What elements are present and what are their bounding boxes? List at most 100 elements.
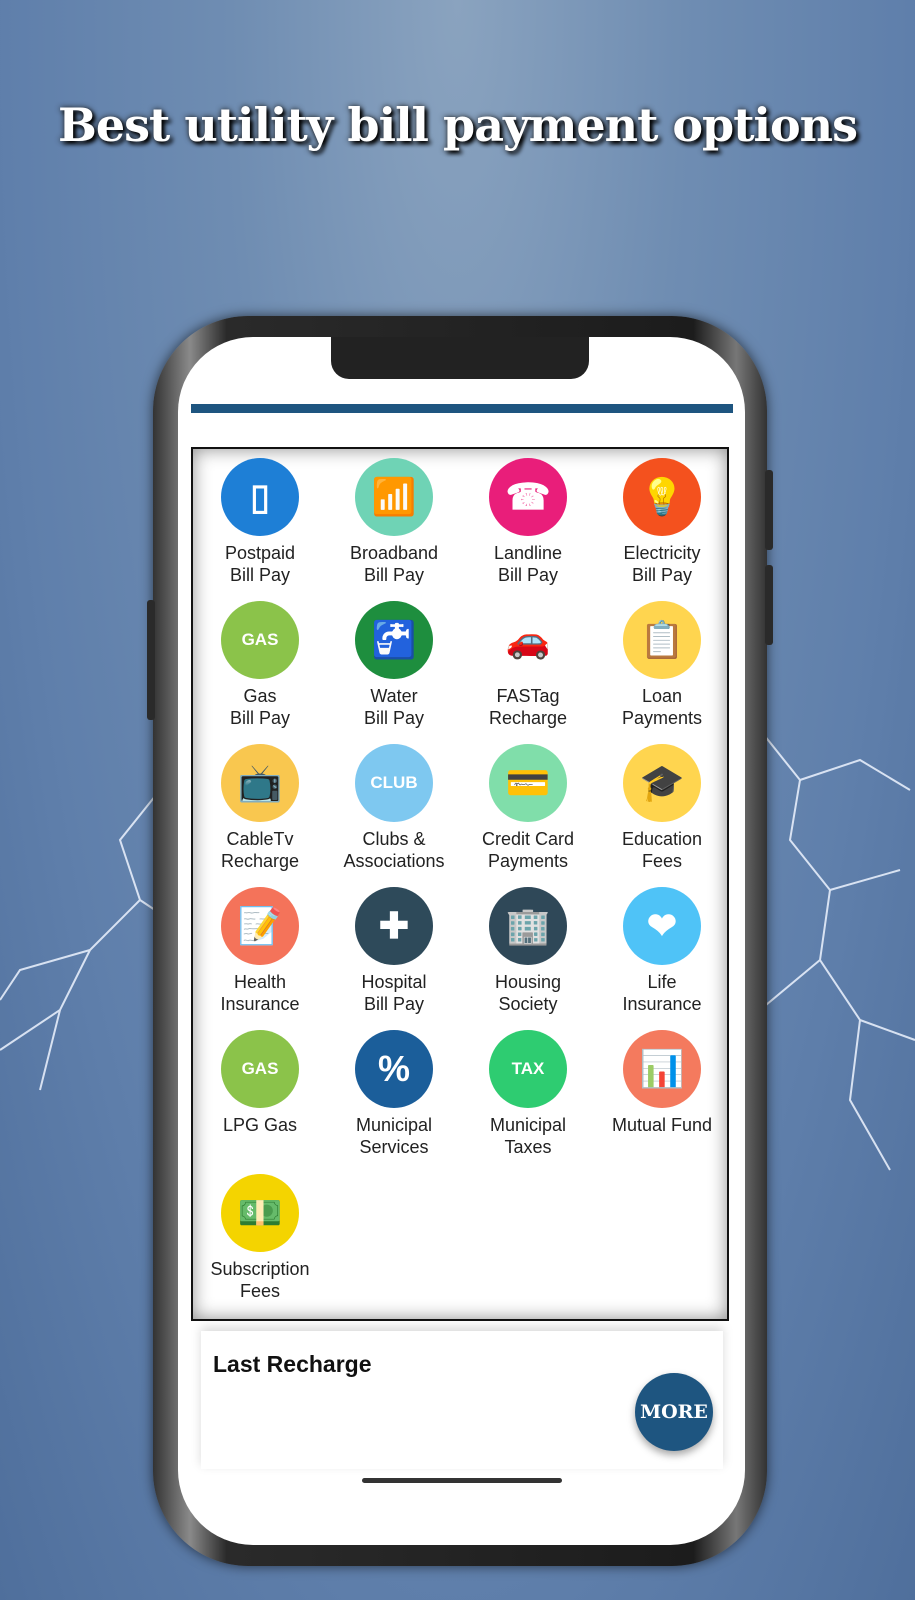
service-label: Broadband Bill Pay bbox=[326, 542, 462, 586]
service-label: Municipal Services bbox=[326, 1114, 462, 1158]
headline: Best utility bill payment options bbox=[58, 98, 858, 152]
club-icon: CLUB bbox=[355, 744, 433, 822]
credit-card-icon: 💳 bbox=[489, 744, 567, 822]
service-label: Landline Bill Pay bbox=[460, 542, 596, 586]
municipal-services-icon: % bbox=[355, 1030, 433, 1108]
service-label-line2: Bill Pay bbox=[631, 565, 693, 585]
service-label-line1: Life bbox=[647, 972, 677, 992]
service-label: Gas Bill Pay bbox=[192, 685, 328, 729]
service-label-line2: Fees bbox=[239, 1281, 281, 1301]
phone-volume-button bbox=[765, 565, 773, 645]
tax-icon: TAX bbox=[489, 1030, 567, 1108]
service-label: Clubs & Associations bbox=[326, 828, 462, 872]
notch bbox=[331, 337, 589, 379]
service-label-line1: Education bbox=[621, 829, 703, 849]
service-label-line2: Bill Pay bbox=[363, 708, 425, 728]
service-label-line1: Loan bbox=[641, 686, 683, 706]
service-label-line1: Clubs & bbox=[362, 829, 426, 849]
phone-volume-button bbox=[765, 470, 773, 550]
phone-screen: ▯ Postpaid Bill Pay 📶 Broadband Bill Pay ☎ L… bbox=[178, 337, 745, 1545]
service-label-line1: Hospital bbox=[361, 972, 427, 992]
more-button[interactable]: MORE bbox=[635, 1373, 713, 1451]
home-indicator[interactable] bbox=[362, 1478, 562, 1483]
service-label-line1: Water bbox=[370, 686, 418, 706]
service-label-line2: Fees bbox=[641, 851, 683, 871]
service-label: Municipal Taxes bbox=[460, 1114, 596, 1158]
graduation-cap-icon: 🎓 bbox=[623, 744, 701, 822]
service-item[interactable]: 💵 Subscription Fees bbox=[192, 1174, 328, 1302]
app-header-bar bbox=[191, 404, 733, 413]
service-label-line2: Bill Pay bbox=[497, 565, 559, 585]
service-item[interactable]: 🚰 Water Bill Pay bbox=[326, 601, 462, 729]
service-label-line2: Associations bbox=[343, 851, 445, 871]
toll-gate-icon: 🚗 bbox=[489, 601, 567, 679]
service-item[interactable]: ❤ Life Insurance bbox=[594, 887, 730, 1015]
router-icon: 📶 bbox=[355, 458, 433, 536]
service-item[interactable]: 📝 Health Insurance bbox=[192, 887, 328, 1015]
service-label-line1: Municipal bbox=[355, 1115, 433, 1135]
service-label-line2: Recharge bbox=[220, 851, 300, 871]
service-label-line1: Municipal bbox=[489, 1115, 567, 1135]
service-item[interactable]: ☎ Landline Bill Pay bbox=[460, 458, 596, 586]
service-label-line1: Housing bbox=[494, 972, 562, 992]
service-item[interactable]: 💳 Credit Card Payments bbox=[460, 744, 596, 872]
gas-cylinder-icon: GAS bbox=[221, 601, 299, 679]
service-label-line1: Subscription bbox=[210, 1259, 310, 1279]
service-label: Subscription Fees bbox=[192, 1258, 328, 1302]
service-label: FASTag Recharge bbox=[460, 685, 596, 729]
heart-hands-icon: ❤ bbox=[623, 887, 701, 965]
service-label: CableTv Recharge bbox=[192, 828, 328, 872]
service-item[interactable]: 🏢 Housing Society bbox=[460, 887, 596, 1015]
service-label-line1: CableTv bbox=[226, 829, 294, 849]
loan-document-icon: 📋 bbox=[623, 601, 701, 679]
service-label: Life Insurance bbox=[594, 971, 730, 1015]
service-label-line1: LPG Gas bbox=[222, 1115, 298, 1135]
building-icon: 🏢 bbox=[489, 887, 567, 965]
service-item[interactable]: 📊 Mutual Fund bbox=[594, 1030, 730, 1136]
service-label: Water Bill Pay bbox=[326, 685, 462, 729]
service-label-line2: Taxes bbox=[504, 1137, 552, 1157]
service-label: Credit Card Payments bbox=[460, 828, 596, 872]
phone-side-button bbox=[147, 600, 155, 720]
water-tap-icon: 🚰 bbox=[355, 601, 433, 679]
cash-icon: 💵 bbox=[221, 1174, 299, 1252]
service-label-line2: Bill Pay bbox=[229, 708, 291, 728]
service-item[interactable]: 📺 CableTv Recharge bbox=[192, 744, 328, 872]
service-label-line2: Bill Pay bbox=[363, 565, 425, 585]
service-item[interactable]: % Municipal Services bbox=[326, 1030, 462, 1158]
service-label-line2: Services bbox=[359, 1137, 429, 1157]
growth-chart-icon: 📊 bbox=[623, 1030, 701, 1108]
service-label: LPG Gas bbox=[192, 1114, 328, 1136]
service-label-line2: Insurance bbox=[220, 994, 300, 1014]
gas-cylinder-icon: GAS bbox=[221, 1030, 299, 1108]
service-item[interactable]: 🎓 Education Fees bbox=[594, 744, 730, 872]
service-item[interactable]: 📋 Loan Payments bbox=[594, 601, 730, 729]
service-label: Housing Society bbox=[460, 971, 596, 1015]
service-label-line2: Bill Pay bbox=[363, 994, 425, 1014]
service-label-line1: Landline bbox=[493, 543, 563, 563]
telephone-icon: ☎ bbox=[489, 458, 567, 536]
service-item[interactable]: ✚ Hospital Bill Pay bbox=[326, 887, 462, 1015]
service-item[interactable]: GAS LPG Gas bbox=[192, 1030, 328, 1136]
service-label-line1: Gas bbox=[243, 686, 277, 706]
service-item[interactable]: ▯ Postpaid Bill Pay bbox=[192, 458, 328, 586]
service-item[interactable]: CLUB Clubs & Associations bbox=[326, 744, 462, 872]
service-label-line1: Credit Card bbox=[481, 829, 575, 849]
service-label: Hospital Bill Pay bbox=[326, 971, 462, 1015]
service-item[interactable]: GAS Gas Bill Pay bbox=[192, 601, 328, 729]
service-label-line1: Broadband bbox=[349, 543, 439, 563]
television-icon: 📺 bbox=[221, 744, 299, 822]
service-label-line2: Payments bbox=[621, 708, 703, 728]
services-grid: ▯ Postpaid Bill Pay 📶 Broadband Bill Pay ☎ L… bbox=[191, 447, 729, 1321]
mobile-phone-icon: ▯ bbox=[221, 458, 299, 536]
service-item[interactable]: TAX Municipal Taxes bbox=[460, 1030, 596, 1158]
service-item[interactable]: 💡 Electricity Bill Pay bbox=[594, 458, 730, 586]
service-label: Health Insurance bbox=[192, 971, 328, 1015]
service-item[interactable]: 📶 Broadband Bill Pay bbox=[326, 458, 462, 586]
service-label-line2: Insurance bbox=[622, 994, 702, 1014]
first-aid-kit-icon: ✚ bbox=[355, 887, 433, 965]
service-label-line2: Recharge bbox=[488, 708, 568, 728]
service-label-line1: FASTag bbox=[496, 686, 560, 706]
service-item[interactable]: 🚗 FASTag Recharge bbox=[460, 601, 596, 729]
service-label: Education Fees bbox=[594, 828, 730, 872]
